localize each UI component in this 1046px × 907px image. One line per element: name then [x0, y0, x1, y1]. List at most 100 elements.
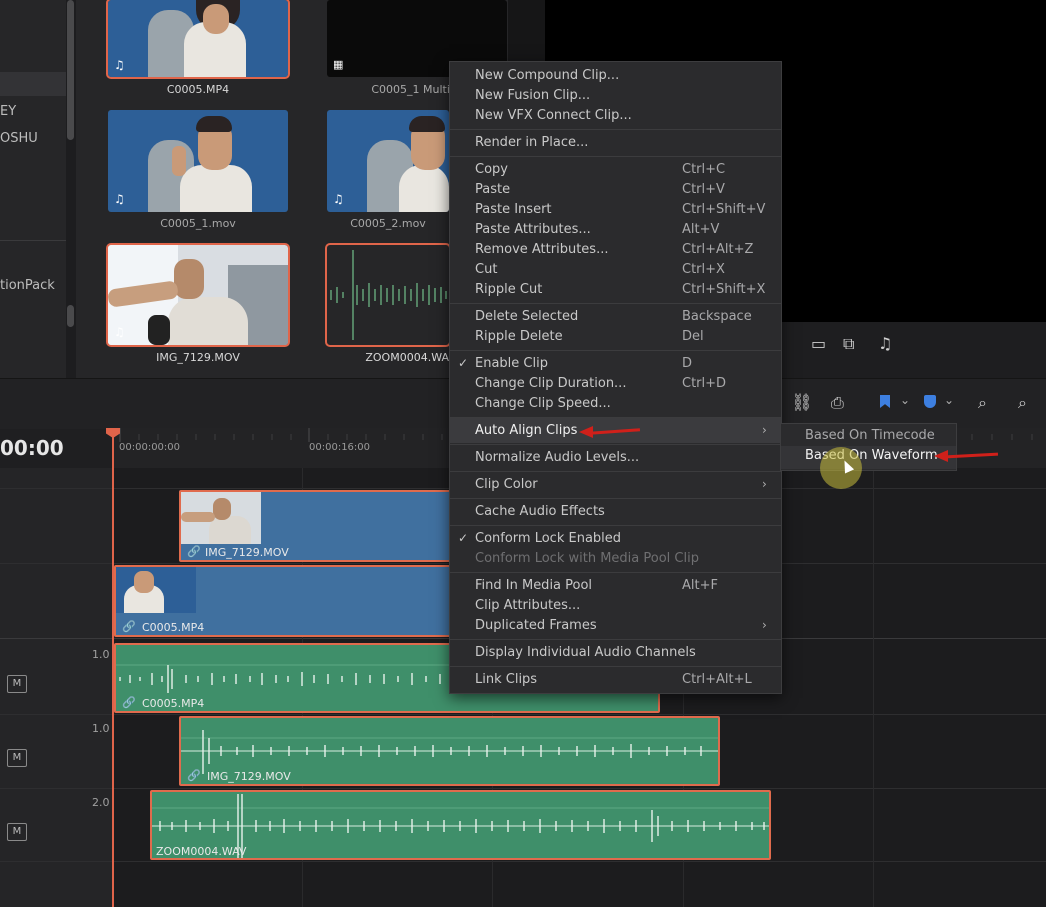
- menu-conform-lock-enabled[interactable]: Conform Lock Enabled: [475, 531, 621, 546]
- annotation-arrowhead: [579, 426, 593, 438]
- menu-normalize-audio-levels[interactable]: Normalize Audio Levels...: [475, 450, 639, 465]
- submenu-arrow-icon: ›: [762, 477, 767, 491]
- menu-cut[interactable]: Cut: [475, 262, 497, 277]
- menu-new-fusion-clip[interactable]: New Fusion Clip...: [475, 88, 590, 103]
- menu-duplicated-frames[interactable]: Duplicated Frames: [475, 618, 597, 633]
- menu-paste-insert[interactable]: Paste Insert: [475, 202, 552, 217]
- menu-change-clip-duration[interactable]: Change Clip Duration...: [475, 376, 626, 391]
- timecode-display[interactable]: 00:00: [0, 436, 64, 460]
- track-divider: [112, 714, 1046, 715]
- mute-button-a2[interactable]: M: [7, 749, 27, 767]
- waveform: [181, 730, 718, 774]
- menu-cache-audio-effects[interactable]: Cache Audio Effects: [475, 504, 605, 519]
- menu-display-individual-audio-channels[interactable]: Display Individual Audio Channels: [475, 645, 696, 660]
- link-icon: 🔗: [187, 545, 201, 558]
- menu-ripple-cut[interactable]: Ripple Cut: [475, 282, 542, 297]
- clip-name: C0005.MP4: [142, 621, 205, 634]
- submenu-based-on-timecode[interactable]: Based On Timecode: [805, 428, 935, 443]
- track-divider: [0, 714, 112, 715]
- menu-new-vfx-connect-clip[interactable]: New VFX Connect Clip...: [475, 108, 632, 123]
- bin-item-1[interactable]: EY: [0, 104, 16, 119]
- submenu-arrow-icon: ›: [762, 423, 767, 437]
- multicam-view-icon[interactable]: ⧉: [843, 334, 854, 354]
- menu-shortcut: Alt+V: [682, 222, 720, 237]
- track-divider: [0, 788, 112, 789]
- menu-paste[interactable]: Paste: [475, 182, 510, 197]
- menu-new-compound-clip[interactable]: New Compound Clip...: [475, 68, 619, 83]
- menu-ripple-delete[interactable]: Ripple Delete: [475, 329, 563, 344]
- clip-name: IMG_7129.MOV: [207, 770, 291, 783]
- zoom-full-icon[interactable]: ⌕: [978, 393, 987, 413]
- media-label: ZOOM0004.WA: [365, 351, 449, 364]
- menu-paste-attributes[interactable]: Paste Attributes...: [475, 222, 591, 237]
- menu-shortcut: Ctrl+Shift+V: [682, 202, 766, 217]
- chevron-down-icon[interactable]: ⌄: [944, 393, 954, 407]
- media-label: IMG_7129.MOV: [156, 351, 240, 364]
- menu-shortcut: Ctrl+D: [682, 376, 727, 391]
- zoom-detail-icon[interactable]: ⌕: [1018, 393, 1027, 413]
- link-icon[interactable]: ⛓: [791, 393, 813, 413]
- snap-icon[interactable]: ⎙: [831, 393, 844, 413]
- audio-note-icon: ♫: [114, 192, 125, 206]
- bin-item-3[interactable]: tionPack: [0, 278, 55, 293]
- media-thumb-zoom0004[interactable]: [325, 243, 451, 347]
- clip-name: IMG_7129.MOV: [205, 546, 289, 559]
- video-view-icon[interactable]: ▭: [811, 334, 826, 353]
- menu-separator: [450, 417, 781, 418]
- submenu-arrow-icon: ›: [762, 618, 767, 632]
- track-divider: [0, 638, 112, 639]
- menu-find-in-media-pool[interactable]: Find In Media Pool: [475, 578, 592, 593]
- menu-shortcut: Ctrl+V: [682, 182, 725, 197]
- menu-shortcut: Ctrl+Alt+L: [682, 672, 752, 687]
- menu-shortcut: Ctrl+X: [682, 262, 725, 277]
- menu-delete-selected[interactable]: Delete Selected: [475, 309, 578, 324]
- menu-shortcut: Alt+F: [682, 578, 718, 593]
- chevron-down-icon[interactable]: ⌄: [900, 393, 910, 407]
- menu-auto-align-clips[interactable]: Auto Align Clips: [475, 423, 577, 438]
- checkmark-icon: ✓: [458, 531, 469, 545]
- checkmark-icon: ✓: [458, 356, 469, 370]
- audio-note-icon: ♫: [114, 325, 125, 339]
- menu-clip-color[interactable]: Clip Color: [475, 477, 538, 492]
- media-thumb-img-7129[interactable]: ♫: [106, 243, 290, 347]
- menu-render-in-place[interactable]: Render in Place...: [475, 135, 588, 150]
- clip-name: ZOOM0004.WAV: [156, 845, 247, 858]
- marker-icon[interactable]: [924, 395, 936, 408]
- menu-change-clip-speed[interactable]: Change Clip Speed...: [475, 396, 611, 411]
- menu-separator: [450, 666, 781, 667]
- mute-button-a1[interactable]: M: [7, 675, 27, 693]
- video-clip-c0005[interactable]: 🔗 C0005.MP4: [114, 565, 451, 637]
- bin-scrollbar-thumb-2[interactable]: [67, 305, 74, 327]
- menu-copy[interactable]: Copy: [475, 162, 508, 177]
- media-thumb-c0005-1[interactable]: ♫: [108, 110, 288, 212]
- ruler-time-1: 00:00:16:00: [309, 442, 371, 453]
- flag-icon[interactable]: [880, 395, 890, 408]
- link-icon: 🔗: [122, 696, 136, 709]
- menu-link-clips[interactable]: Link Clips: [475, 672, 537, 687]
- media-thumb-c0005-mp4[interactable]: ♫: [106, 0, 290, 79]
- audio-level-a2: 1.0: [92, 722, 110, 735]
- mute-button-a3[interactable]: M: [7, 823, 27, 841]
- video-clip-img7129[interactable]: 🔗 IMG_7129.MOV: [179, 490, 451, 562]
- track-divider: [0, 488, 112, 489]
- menu-enable-clip[interactable]: Enable Clip: [475, 356, 548, 371]
- menu-clip-attributes[interactable]: Clip Attributes...: [475, 598, 580, 613]
- audio-view-icon[interactable]: ♫: [878, 334, 892, 353]
- bin-scrollbar-thumb[interactable]: [67, 0, 74, 140]
- audio-clip-zoom0004[interactable]: ZOOM0004.WAV: [150, 790, 771, 860]
- audio-note-icon: ♫: [333, 192, 344, 206]
- bin-selected-row[interactable]: [0, 72, 66, 96]
- media-label: C0005_1.mov: [160, 217, 236, 230]
- audio-level-a1: 1.0: [92, 648, 110, 661]
- menu-separator: [450, 572, 781, 573]
- menu-remove-attributes[interactable]: Remove Attributes...: [475, 242, 608, 257]
- bin-item-2[interactable]: OSHU: [0, 131, 38, 146]
- annotation-arrowhead: [934, 450, 948, 462]
- playhead[interactable]: [112, 432, 114, 907]
- media-thumb-c0005-2[interactable]: ♫: [327, 110, 449, 212]
- bin-divider: [0, 240, 66, 241]
- track-divider: [112, 788, 1046, 789]
- audio-clip-img7129[interactable]: 🔗 IMG_7129.MOV: [179, 716, 720, 786]
- menu-separator: [450, 525, 781, 526]
- audio-note-icon: ♫: [114, 58, 125, 72]
